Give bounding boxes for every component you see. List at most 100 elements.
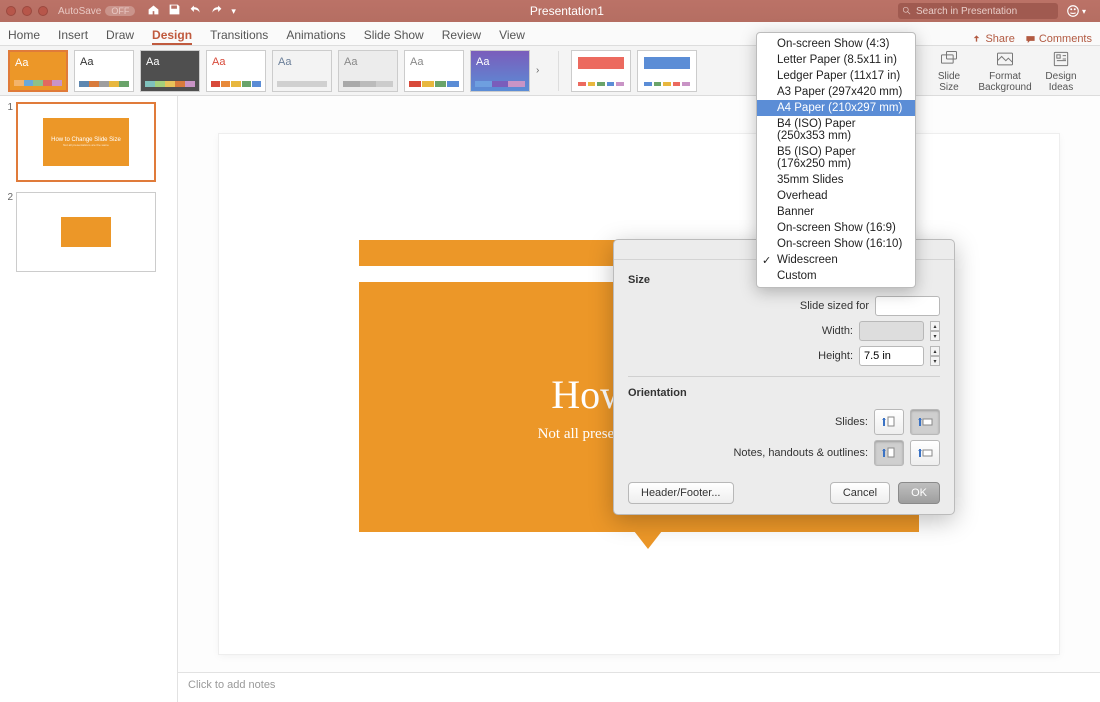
dropdown-item[interactable]: A4 Paper (210x297 mm) <box>757 100 915 116</box>
divider <box>628 376 940 377</box>
titlebar: AutoSave OFF ▾ Presentation1 Search in P… <box>0 0 1100 22</box>
notes-landscape-button[interactable] <box>910 440 940 466</box>
theme-thumbnail[interactable]: Aa <box>74 50 134 92</box>
slide-size-label: Slide Size <box>938 71 960 93</box>
notes-portrait-button[interactable] <box>874 440 904 466</box>
redo-icon[interactable] <box>210 3 223 19</box>
feedback-button[interactable]: ▾ <box>1066 4 1086 18</box>
theme-thumbnail[interactable]: Aa <box>8 50 68 92</box>
dropdown-item[interactable]: 35mm Slides <box>757 172 915 188</box>
theme-thumbnail[interactable]: Aa <box>404 50 464 92</box>
search-input[interactable]: Search in Presentation <box>898 3 1058 19</box>
header-footer-button[interactable]: Header/Footer... <box>628 482 734 504</box>
thumbnail-number: 2 <box>4 192 13 203</box>
tab-home[interactable]: Home <box>8 28 40 45</box>
dropdown-item[interactable]: Overhead <box>757 188 915 204</box>
save-icon[interactable] <box>168 3 181 19</box>
comments-button[interactable]: Comments <box>1025 33 1092 45</box>
tab-view[interactable]: View <box>499 28 525 45</box>
dropdown-item[interactable]: B5 (ISO) Paper (176x250 mm) <box>757 144 915 172</box>
share-label: Share <box>985 33 1014 45</box>
share-button[interactable]: Share <box>971 33 1014 45</box>
close-window-icon[interactable] <box>6 6 16 16</box>
tab-design[interactable]: Design <box>152 28 192 45</box>
width-stepper[interactable]: ▴▾ <box>930 321 940 341</box>
theme-thumbnail[interactable]: Aa <box>338 50 398 92</box>
cancel-button[interactable]: Cancel <box>830 482 890 504</box>
slide-size-button[interactable]: Slide Size <box>926 49 972 93</box>
dropdown-item[interactable]: A3 Paper (297x420 mm) <box>757 84 915 100</box>
format-background-label: Format Background <box>978 71 1031 93</box>
width-label: Width: <box>822 325 853 337</box>
notes-placeholder: Click to add notes <box>188 679 275 691</box>
ribbon-tabs: Home Insert Draw Design Transitions Anim… <box>0 22 1100 46</box>
format-background-button[interactable]: Format Background <box>982 49 1028 93</box>
autosave-label: AutoSave <box>58 6 101 17</box>
theme-thumbnail[interactable]: Aa <box>272 50 332 92</box>
slides-portrait-button[interactable] <box>874 409 904 435</box>
slides-landscape-button[interactable] <box>910 409 940 435</box>
theme-thumbnail[interactable]: Aa <box>140 50 200 92</box>
dropdown-item[interactable]: On-screen Show (16:10) <box>757 236 915 252</box>
comments-label: Comments <box>1039 33 1092 45</box>
minimize-window-icon[interactable] <box>22 6 32 16</box>
tab-draw[interactable]: Draw <box>106 28 134 45</box>
dropdown-item[interactable]: Banner <box>757 204 915 220</box>
sized-for-dropdown: On-screen Show (4:3) Letter Paper (8.5x1… <box>756 32 916 288</box>
tab-slideshow[interactable]: Slide Show <box>364 28 424 45</box>
window-controls[interactable] <box>6 6 48 16</box>
dropdown-item[interactable]: Letter Paper (8.5x11 in) <box>757 52 915 68</box>
zoom-window-icon[interactable] <box>38 6 48 16</box>
search-placeholder: Search in Presentation <box>916 6 1017 17</box>
thumbnail-canvas[interactable] <box>16 192 156 272</box>
autosave-toggle[interactable]: AutoSave OFF <box>58 6 135 17</box>
ok-button[interactable]: OK <box>898 482 940 504</box>
variant-thumbnail[interactable] <box>637 50 697 92</box>
thumbnail-panel: 1 How to Change Slide Size Not all prese… <box>0 96 178 702</box>
thumbnail-number: 1 <box>4 102 13 113</box>
theme-gallery-more[interactable]: › <box>536 65 546 76</box>
slide-pointer-shape <box>634 531 662 549</box>
check-icon: ✓ <box>762 254 771 267</box>
sized-for-select[interactable] <box>875 296 940 316</box>
theme-thumbnail[interactable]: Aa <box>206 50 266 92</box>
ribbon-design: Aa Aa Aa Aa Aa Aa Aa Aa › Slide Size <box>0 46 1100 96</box>
dropdown-item[interactable]: ✓Widescreen <box>757 252 915 268</box>
dropdown-item[interactable]: Custom <box>757 268 915 284</box>
sized-for-label: Slide sized for <box>800 300 869 312</box>
height-stepper[interactable]: ▴▾ <box>930 346 940 366</box>
chevron-down-icon: ▾ <box>1082 7 1086 16</box>
variant-gallery <box>571 50 697 92</box>
section-orientation-label: Orientation <box>628 387 940 399</box>
divider <box>558 51 559 91</box>
design-ideas-label: Design Ideas <box>1045 71 1076 93</box>
undo-icon[interactable] <box>189 3 202 19</box>
search-icon <box>902 6 912 16</box>
variant-thumbnail[interactable] <box>571 50 631 92</box>
slide-area: How to Ch Not all presentations are the … <box>178 96 1100 702</box>
design-ideas-button[interactable]: Design Ideas <box>1038 49 1084 93</box>
theme-thumbnail[interactable]: Aa <box>470 50 530 92</box>
notes-input[interactable]: Click to add notes <box>178 672 1100 702</box>
dropdown-item[interactable]: On-screen Show (16:9) <box>757 220 915 236</box>
home-icon[interactable] <box>147 3 160 19</box>
height-label: Height: <box>818 350 853 362</box>
height-input[interactable] <box>859 346 924 366</box>
width-input[interactable] <box>859 321 924 341</box>
thumbnail-subtitle: Not all presentations are the same <box>63 143 109 147</box>
notes-orient-label: Notes, handouts & outlines: <box>733 447 868 459</box>
dropdown-item[interactable]: B4 (ISO) Paper (250x353 mm) <box>757 116 915 144</box>
thumbnail-canvas[interactable]: How to Change Slide Size Not all present… <box>16 102 156 182</box>
tab-review[interactable]: Review <box>442 28 481 45</box>
tab-animations[interactable]: Animations <box>286 28 345 45</box>
tab-insert[interactable]: Insert <box>58 28 88 45</box>
main-area: 1 How to Change Slide Size Not all prese… <box>0 96 1100 702</box>
autosave-state: OFF <box>105 6 135 16</box>
slides-orient-label: Slides: <box>835 416 868 428</box>
dropdown-item[interactable]: Ledger Paper (11x17 in) <box>757 68 915 84</box>
window-title: Presentation1 <box>236 4 898 18</box>
slide-thumbnail[interactable]: 2 <box>4 192 173 272</box>
tab-transitions[interactable]: Transitions <box>210 28 268 45</box>
dropdown-item[interactable]: On-screen Show (4:3) <box>757 36 915 52</box>
slide-thumbnail[interactable]: 1 How to Change Slide Size Not all prese… <box>4 102 173 182</box>
